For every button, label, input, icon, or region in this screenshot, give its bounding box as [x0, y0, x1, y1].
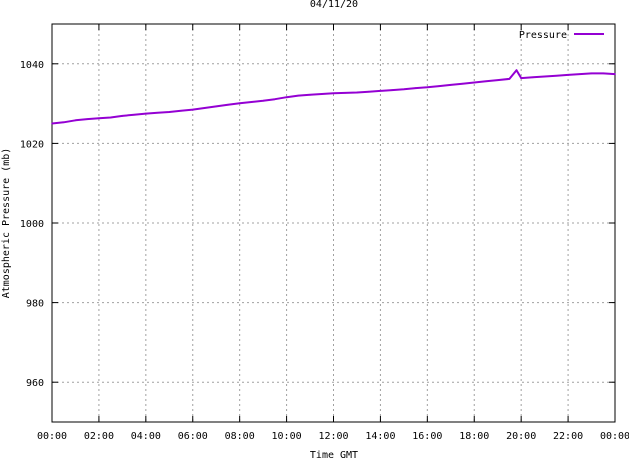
data-point — [614, 73, 616, 75]
data-point — [332, 92, 335, 95]
data-point — [297, 94, 300, 97]
data-point — [414, 87, 417, 89]
data-point — [62, 121, 65, 124]
data-point — [602, 72, 605, 75]
data-point — [508, 78, 511, 80]
data-point — [168, 111, 171, 113]
data-point — [496, 79, 499, 81]
y-tick-label: 960 — [26, 378, 44, 389]
data-point — [543, 75, 546, 78]
data-point — [285, 96, 288, 99]
pressure-chart: 960 980 1000 1020 1040 00:00 02:00 04:00 06:00 0… — [0, 0, 629, 459]
data-point — [133, 113, 135, 116]
data-point — [461, 82, 464, 85]
data-point — [74, 119, 77, 122]
x-tick-label: 14:00 — [365, 431, 395, 442]
data-point — [145, 112, 147, 115]
data-point — [203, 107, 206, 109]
data-point — [520, 77, 522, 79]
data-point — [156, 111, 159, 114]
y-tick-label: 980 — [26, 299, 44, 310]
chart-title: 04/11/20 — [310, 0, 358, 10]
data-point — [180, 109, 182, 112]
data-point — [250, 101, 253, 103]
x-axis-label: Time GMT — [310, 450, 358, 459]
data-point — [344, 92, 347, 94]
x-tick-label: 22:00 — [553, 431, 583, 442]
data-point — [51, 122, 53, 125]
y-tick-label: 1020 — [20, 139, 44, 150]
x-tick-label: 10:00 — [272, 431, 302, 442]
data-point — [356, 91, 358, 94]
data-point — [449, 84, 452, 86]
x-tick-label: 04:00 — [131, 431, 161, 442]
data-point — [485, 80, 487, 83]
data-point — [473, 81, 476, 84]
data-point — [426, 86, 429, 89]
data-point — [98, 117, 100, 120]
data-point — [532, 76, 534, 79]
x-tick-label: 02:00 — [84, 431, 114, 442]
data-point — [567, 74, 569, 76]
data-point — [320, 93, 323, 95]
data-point — [227, 103, 229, 106]
data-point — [379, 90, 382, 92]
chart-background — [0, 0, 629, 459]
x-tick-label: 16:00 — [412, 431, 442, 442]
data-point — [590, 72, 593, 75]
y-axis-label: Atmospheric Pressure (mb) — [1, 148, 12, 299]
data-point — [391, 89, 393, 91]
x-tick-label: 18:00 — [459, 431, 489, 442]
x-tick-label: 20:00 — [506, 431, 536, 442]
x-tick-label: 06:00 — [178, 431, 208, 442]
data-point — [191, 108, 194, 111]
y-tick-label: 1000 — [20, 219, 44, 230]
x-tick-label: 00:00 — [600, 431, 629, 442]
data-point — [238, 102, 241, 105]
data-point — [403, 88, 405, 91]
data-point — [86, 118, 88, 120]
data-point — [579, 73, 581, 75]
data-point — [215, 105, 218, 108]
data-point — [121, 115, 124, 117]
data-point — [438, 85, 440, 87]
data-point — [515, 69, 518, 71]
legend-label-pressure: Pressure — [519, 30, 567, 41]
data-point — [262, 100, 264, 102]
y-tick-label: 1040 — [20, 60, 44, 71]
x-tick-label: 08:00 — [225, 431, 255, 442]
data-point — [109, 116, 112, 119]
data-point — [555, 74, 558, 77]
data-point — [274, 98, 276, 101]
data-point — [367, 90, 370, 93]
x-tick-label: 00:00 — [37, 431, 67, 442]
x-tick-label: 12:00 — [318, 431, 348, 442]
data-point — [309, 94, 311, 96]
